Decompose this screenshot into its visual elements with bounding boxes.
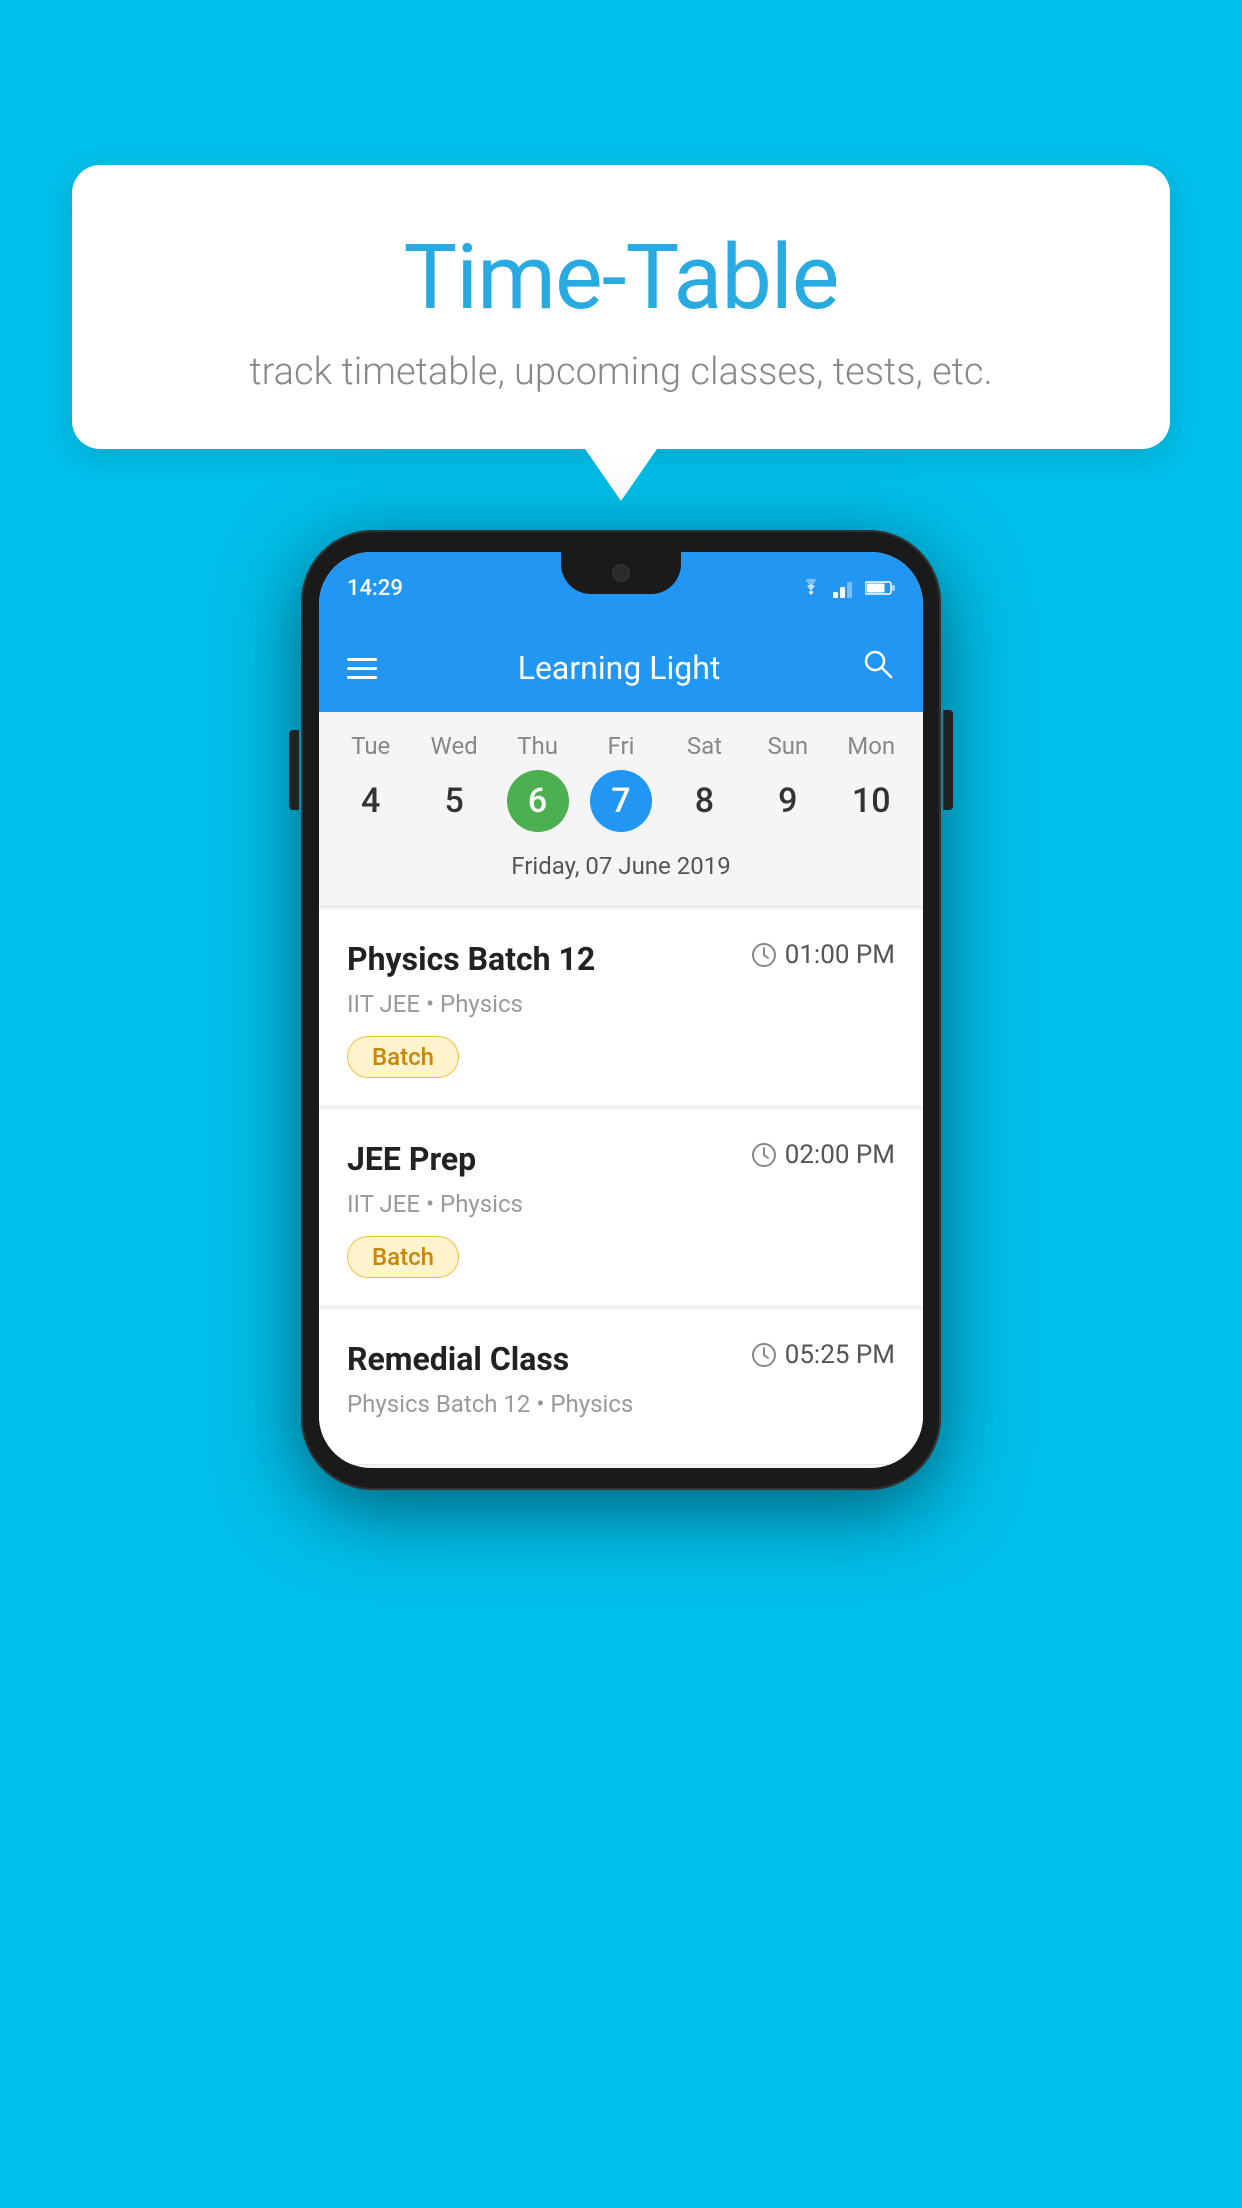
class-subtitle: IIT JEE • Physics <box>347 1190 895 1218</box>
status-time: 14:29 <box>347 576 403 601</box>
day-name: Sat <box>687 732 722 760</box>
content-area: Physics Batch 12 01:00 PM IIT JEE • Physic… <box>319 910 923 1465</box>
day-number: 8 <box>673 770 735 832</box>
clock-icon <box>751 942 777 968</box>
day-col-fri[interactable]: Fri 7 <box>582 732 660 832</box>
day-number: 6 <box>507 770 569 832</box>
day-name: Wed <box>431 732 478 760</box>
class-card-header: JEE Prep 02:00 PM <box>347 1140 895 1178</box>
day-number: 4 <box>340 770 402 832</box>
phone-screen: 14:29 <box>319 552 923 1468</box>
speech-bubble-container: Time-Table track timetable, upcoming cla… <box>72 165 1170 449</box>
selected-date-label: Friday, 07 June 2019 <box>319 844 923 896</box>
clock-icon <box>751 1142 777 1168</box>
class-card[interactable]: JEE Prep 02:00 PM IIT JEE • Physics Batch <box>319 1110 923 1307</box>
app-bar: Learning Light <box>319 624 923 712</box>
class-title: Remedial Class <box>347 1340 569 1378</box>
hamburger-menu-button[interactable] <box>347 658 377 679</box>
day-col-wed[interactable]: Wed 5 <box>415 732 493 832</box>
class-title: Physics Batch 12 <box>347 940 595 978</box>
day-name: Thu <box>517 732 558 760</box>
day-number: 9 <box>757 770 819 832</box>
day-name: Fri <box>608 732 635 760</box>
wifi-icon <box>797 577 825 599</box>
day-col-tue[interactable]: Tue 4 <box>332 732 410 832</box>
phone-outer: 14:29 <box>301 530 941 1490</box>
class-card-header: Remedial Class 05:25 PM <box>347 1340 895 1378</box>
class-card-header: Physics Batch 12 01:00 PM <box>347 940 895 978</box>
day-name: Mon <box>847 732 895 760</box>
day-col-thu[interactable]: Thu 6 <box>499 732 577 832</box>
class-time: 01:00 PM <box>751 940 895 970</box>
battery-icon <box>865 580 895 596</box>
day-name: Tue <box>351 732 390 760</box>
status-icons <box>797 577 895 599</box>
day-col-sun[interactable]: Sun 9 <box>749 732 827 832</box>
class-title: JEE Prep <box>347 1140 476 1178</box>
search-button[interactable] <box>861 647 895 689</box>
class-time: 02:00 PM <box>751 1140 895 1170</box>
clock-icon <box>751 1342 777 1368</box>
class-subtitle: IIT JEE • Physics <box>347 990 895 1018</box>
day-name: Sun <box>767 732 808 760</box>
class-subtitle: Physics Batch 12 • Physics <box>347 1390 895 1418</box>
status-bar: 14:29 <box>319 552 923 624</box>
day-number: 10 <box>840 770 902 832</box>
divider <box>319 906 923 907</box>
speech-bubble-title: Time-Table <box>152 225 1090 330</box>
day-col-mon[interactable]: Mon 10 <box>832 732 910 832</box>
speech-bubble-subtitle: track timetable, upcoming classes, tests… <box>152 350 1090 394</box>
class-time: 05:25 PM <box>751 1340 895 1370</box>
signal-icon <box>833 578 857 598</box>
days-row: Tue 4 Wed 5 Thu 6 Fri 7 Sat 8 Sun 9 Mon 10 <box>319 732 923 832</box>
camera <box>612 564 630 582</box>
phone-mockup: 14:29 <box>301 530 941 1490</box>
calendar-strip: Tue 4 Wed 5 Thu 6 Fri 7 Sat 8 Sun 9 Mon 10 Friday, 07… <box>319 712 923 906</box>
class-card[interactable]: Physics Batch 12 01:00 PM IIT JEE • Physic… <box>319 910 923 1107</box>
day-col-sat[interactable]: Sat 8 <box>665 732 743 832</box>
batch-badge: Batch <box>347 1236 459 1278</box>
notch <box>561 552 681 594</box>
speech-bubble: Time-Table track timetable, upcoming cla… <box>72 165 1170 449</box>
class-card[interactable]: Remedial Class 05:25 PM Physics Batch 12 •… <box>319 1310 923 1465</box>
app-bar-title: Learning Light <box>401 649 837 687</box>
day-number: 7 <box>590 770 652 832</box>
day-number: 5 <box>423 770 485 832</box>
batch-badge: Batch <box>347 1036 459 1078</box>
